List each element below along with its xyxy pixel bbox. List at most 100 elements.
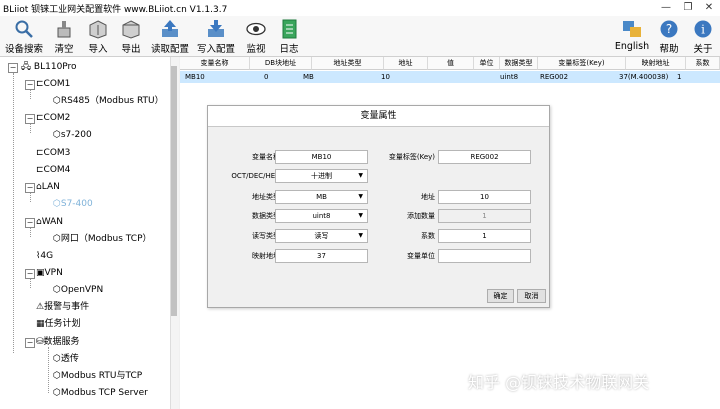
close-button[interactable]: ✕ <box>699 1 719 14</box>
info-icon: i <box>694 20 712 38</box>
tree-item-s7-400[interactable]: ⬡S7-400 <box>53 197 93 211</box>
radix-label: OCT/DEC/HEX <box>231 172 280 180</box>
name-field[interactable]: MB10 <box>275 150 368 164</box>
eye-icon <box>246 22 266 36</box>
expand-toggle[interactable]: − <box>25 114 35 124</box>
ok-button[interactable]: 确定 <box>487 289 514 303</box>
device-cube-icon: ⬡ <box>53 96 61 106</box>
tree-item-rs485[interactable]: ⬡RS485（Modbus RTU） <box>53 94 164 108</box>
col-header[interactable]: 映射地址 <box>626 57 686 70</box>
vpn-icon: ▣ <box>36 268 45 278</box>
expand-toggle[interactable]: − <box>25 338 35 348</box>
col-header[interactable]: 值 <box>428 57 474 70</box>
tree-item-task[interactable]: ▦任务计划 <box>36 317 81 331</box>
network-tree-icon: 🖧 <box>21 62 32 72</box>
serial-port-icon: ⊏ <box>36 79 44 89</box>
tree-item-com3[interactable]: ⊏COM3 <box>36 146 70 160</box>
help-icon: ? <box>660 20 678 38</box>
search-icon <box>15 20 33 38</box>
import-button[interactable]: 导入 <box>82 16 114 56</box>
col-header[interactable]: 系数 <box>686 57 720 70</box>
col-header[interactable]: 地址类型 <box>312 57 384 70</box>
unit-field[interactable] <box>438 249 531 263</box>
datatype-value: uint8 <box>312 212 331 220</box>
device-tree: − 🖧 BL110Pro − ⊏COM1 ⬡RS485（Modbus RTU） … <box>0 57 179 409</box>
col-header[interactable]: 地址 <box>384 57 428 70</box>
col-header[interactable]: 变量标签(Key) <box>538 57 626 70</box>
tree-item-4g[interactable]: ⌇4G <box>36 249 53 263</box>
expand-toggle[interactable]: − <box>25 183 35 193</box>
clear-button[interactable]: 清空 <box>48 16 80 56</box>
device-cube-icon: ⬡ <box>53 130 61 140</box>
tree-item-passthrough[interactable]: ⬡透传 <box>53 352 79 366</box>
tree-item-vpn[interactable]: ▣VPN <box>36 266 63 280</box>
tree-item-com4[interactable]: ⊏COM4 <box>36 163 70 177</box>
log-button[interactable]: 日志 <box>275 16 303 56</box>
restore-button[interactable]: ❐ <box>678 1 698 14</box>
tree-item-com1[interactable]: ⊏COM1 <box>36 77 70 91</box>
cancel-button[interactable]: 取消 <box>517 289 546 303</box>
col-header[interactable]: 变量名称 <box>180 57 250 70</box>
device-cube-icon: ⬡ <box>53 371 61 381</box>
variable-properties-dialog: 变量属性 变量名称 MB10 变量标签(Key) REG002 OCT/DEC/… <box>207 105 550 308</box>
svg-text:?: ? <box>666 22 672 36</box>
datatype-select[interactable]: uint8 ▼ <box>275 209 368 223</box>
map-field[interactable]: 37 <box>275 249 368 263</box>
tree-item-com2[interactable]: ⊏COM2 <box>36 111 70 125</box>
tree-item-tcp-server[interactable]: ⬡Modbus TCP Server <box>53 386 148 400</box>
map-label: 映射地址 <box>252 252 280 260</box>
table-cell: 10 <box>381 73 390 81</box>
export-label: 导出 <box>121 44 141 55</box>
tree-item-wan[interactable]: ⌂WAN <box>36 215 63 229</box>
addrtype-select[interactable]: MB ▼ <box>275 190 368 204</box>
device-search-button[interactable]: 设备搜索 <box>2 16 46 56</box>
tree-scrollbar-thumb[interactable] <box>171 66 177 316</box>
expand-toggle[interactable]: − <box>25 218 35 228</box>
radix-value: 十进制 <box>311 172 332 180</box>
tree-root[interactable]: 🖧 BL110Pro <box>21 60 77 74</box>
unit-label: 变量单位 <box>407 252 435 260</box>
calendar-icon: ▦ <box>36 319 45 329</box>
help-button[interactable]: ? 帮助 <box>656 16 682 56</box>
table-cell: 1 <box>677 73 682 81</box>
read-config-button[interactable]: 读取配置 <box>148 16 192 56</box>
table-cell: 37(M.400038) <box>619 73 669 81</box>
minimize-button[interactable]: — <box>656 1 676 14</box>
expand-toggle[interactable]: − <box>25 269 35 279</box>
addr-field[interactable]: 10 <box>438 190 531 204</box>
tree-item-lan[interactable]: ⌂LAN <box>36 180 60 194</box>
table-cell: MB <box>303 73 314 81</box>
write-config-label: 写入配置 <box>196 44 235 55</box>
expand-toggle[interactable]: − <box>25 80 35 90</box>
monitor-button[interactable]: 监视 <box>242 16 270 56</box>
read-config-label: 读取配置 <box>150 44 189 55</box>
col-header[interactable]: 单位 <box>474 57 500 70</box>
about-button[interactable]: i 关于 <box>690 16 716 56</box>
coef-field[interactable]: 1 <box>438 229 531 243</box>
datatype-label: 数据类型 <box>252 212 280 220</box>
export-button[interactable]: 导出 <box>115 16 147 56</box>
rw-label: 读写类型 <box>252 232 280 240</box>
tree-item-netport[interactable]: ⬡网口（Modbus TCP） <box>53 232 152 246</box>
english-button[interactable]: English <box>614 16 650 56</box>
tree-item-alarm[interactable]: ⚠报警与事件 <box>36 300 89 314</box>
key-field[interactable]: REG002 <box>438 150 531 164</box>
table-cell: MB10 <box>185 73 205 81</box>
window-title: BLiiot 钡铼工业网关配置软件 www.BLiiot.cn V1.1.3.7 <box>3 5 228 15</box>
tree-root-label: BL110Pro <box>33 62 77 72</box>
radix-select[interactable]: 十进制 ▼ <box>275 169 368 183</box>
col-header[interactable]: 数据类型 <box>500 57 538 70</box>
tree-item-openvpn[interactable]: ⬡OpenVPN <box>53 283 103 297</box>
col-header[interactable]: DB块地址 <box>250 57 312 70</box>
write-config-button[interactable]: 写入配置 <box>194 16 238 56</box>
tree-item-s7-200[interactable]: ⬡s7-200 <box>53 128 92 142</box>
expand-toggle[interactable]: − <box>8 63 18 73</box>
table-cell: uint8 <box>500 73 519 81</box>
log-label: 日志 <box>279 44 299 55</box>
tree-item-rtu-tcp[interactable]: ⬡Modbus RTU与TCP <box>53 369 142 383</box>
download-icon <box>208 20 224 37</box>
tree-item-dataservice[interactable]: ⛁数据服务 <box>36 335 80 349</box>
rw-select[interactable]: 读写 ▼ <box>275 229 368 243</box>
dialog-title: 变量属性 <box>208 106 549 127</box>
upload-icon <box>162 20 178 37</box>
